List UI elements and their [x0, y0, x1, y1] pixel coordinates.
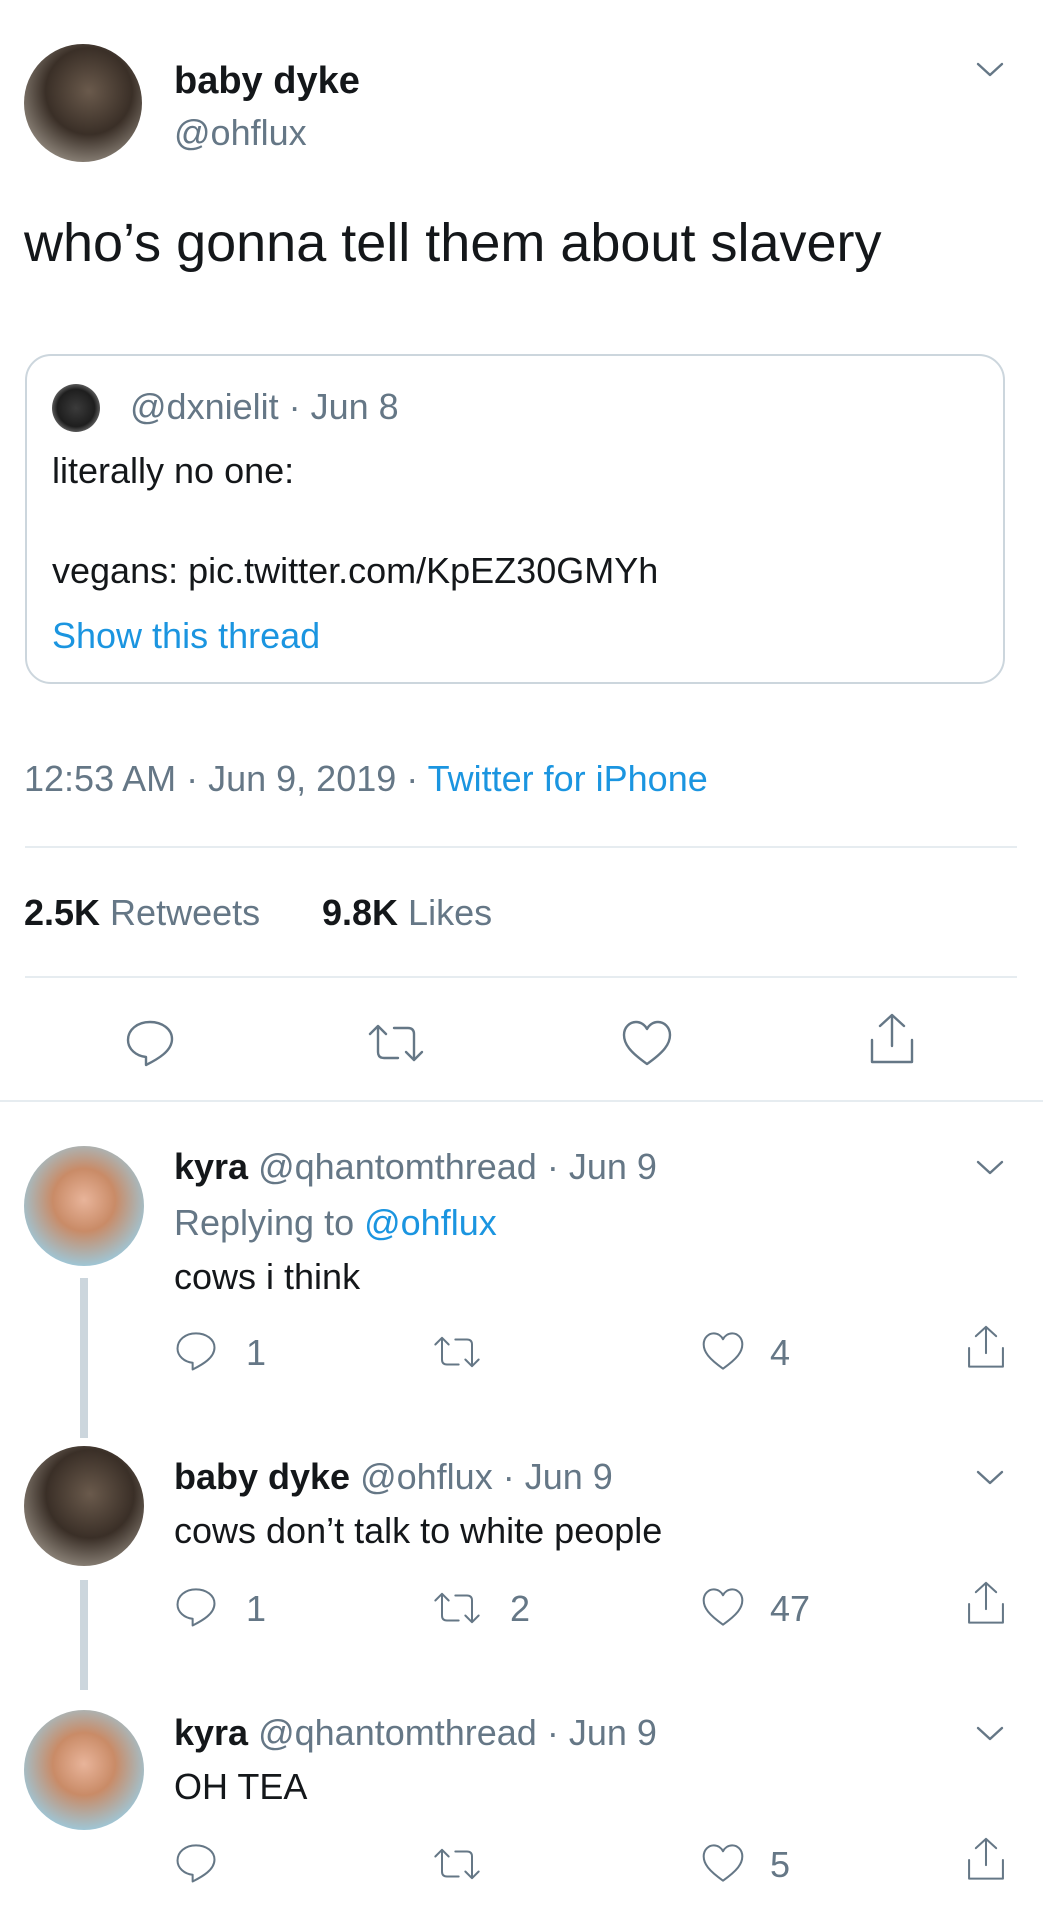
- divider: [25, 846, 1017, 848]
- reply-header: kyra @qhantomthread · Jun 9: [174, 1146, 657, 1187]
- reply-handle[interactable]: @qhantomthread: [248, 1146, 537, 1187]
- tweet-timestamp: 12:53 AM · Jun 9, 2019 · Twitter for iPh…: [24, 758, 708, 799]
- reply-count: 1: [246, 1332, 267, 1373]
- reply-date[interactable]: Jun 9: [569, 1712, 657, 1753]
- share-icon[interactable]: [866, 1012, 918, 1068]
- reply-icon[interactable]: [174, 1586, 218, 1628]
- reply-icon[interactable]: [124, 1018, 176, 1068]
- retweet-icon[interactable]: [432, 1590, 482, 1626]
- reply-display-name[interactable]: baby dyke: [174, 1456, 350, 1497]
- author-avatar[interactable]: [24, 44, 142, 162]
- reply-handle[interactable]: @ohflux: [350, 1456, 493, 1497]
- like-icon[interactable]: [700, 1842, 746, 1884]
- thread-line: [80, 1580, 88, 1690]
- like-count: 5: [770, 1844, 791, 1885]
- replying-to-link[interactable]: @ohflux: [364, 1202, 497, 1243]
- chevron-down-icon[interactable]: [975, 60, 1005, 80]
- reply-avatar[interactable]: [24, 1146, 144, 1266]
- quoted-date: Jun 8: [310, 386, 399, 427]
- like-icon[interactable]: [620, 1018, 674, 1068]
- reply-icon[interactable]: [174, 1842, 218, 1884]
- quoted-line-1: literally no one:: [52, 450, 295, 491]
- quoted-avatar: [52, 384, 100, 432]
- share-icon[interactable]: [964, 1580, 1008, 1628]
- tweet-time: 12:53 AM: [24, 758, 177, 799]
- reply-date[interactable]: Jun 9: [569, 1146, 657, 1187]
- reply-handle[interactable]: @qhantomthread: [248, 1712, 537, 1753]
- show-thread-link[interactable]: Show this thread: [52, 615, 320, 657]
- thread-line: [80, 1278, 88, 1438]
- like-icon[interactable]: [700, 1586, 746, 1628]
- like-icon[interactable]: [700, 1330, 746, 1372]
- reply-icon[interactable]: [174, 1330, 218, 1372]
- retweet-icon[interactable]: [432, 1334, 482, 1370]
- retweets-label: Retweets: [100, 892, 261, 933]
- reply-header: kyra @qhantomthread · Jun 9: [174, 1712, 657, 1753]
- reply-text: OH TEA: [174, 1766, 308, 1807]
- chevron-down-icon[interactable]: [975, 1468, 1005, 1488]
- retweets-stat[interactable]: 2.5K Retweets: [24, 892, 260, 934]
- reply-avatar[interactable]: [24, 1710, 144, 1830]
- retweet-count: 2: [510, 1588, 531, 1629]
- reply-display-name[interactable]: kyra: [174, 1146, 248, 1187]
- tweet-date: Jun 9, 2019: [208, 758, 397, 799]
- retweets-count: 2.5K: [24, 892, 101, 933]
- quoted-meta: @dxnielit · Jun 8: [130, 386, 399, 427]
- reply-date[interactable]: Jun 9: [525, 1456, 613, 1497]
- author-handle[interactable]: @ohflux: [174, 112, 307, 154]
- share-icon[interactable]: [964, 1324, 1008, 1372]
- chevron-down-icon[interactable]: [975, 1158, 1005, 1178]
- reply-text: cows i think: [174, 1256, 361, 1297]
- divider: [25, 976, 1017, 978]
- divider: [0, 1100, 1043, 1102]
- reply-avatar[interactable]: [24, 1446, 144, 1566]
- tweet-text: who’s gonna tell them about slavery: [24, 213, 882, 273]
- reply-display-name[interactable]: kyra: [174, 1712, 248, 1753]
- quoted-line-2: vegans: pic.twitter.com/KpEZ30GMYh: [52, 550, 659, 591]
- likes-stat[interactable]: 9.8K Likes: [322, 892, 492, 934]
- retweet-icon[interactable]: [432, 1846, 482, 1882]
- share-icon[interactable]: [964, 1836, 1008, 1884]
- retweet-icon[interactable]: [366, 1022, 426, 1064]
- likes-label: Likes: [398, 892, 493, 933]
- like-count: 4: [770, 1332, 791, 1373]
- chevron-down-icon[interactable]: [975, 1724, 1005, 1744]
- author-display-name[interactable]: baby dyke: [174, 60, 360, 103]
- likes-count: 9.8K: [322, 892, 399, 933]
- reply-text: cows don’t talk to white people: [174, 1510, 663, 1551]
- tweet-source-link[interactable]: Twitter for iPhone: [428, 758, 708, 799]
- reply-count: 1: [246, 1588, 267, 1629]
- reply-header: baby dyke @ohflux · Jun 9: [174, 1456, 613, 1497]
- like-count: 47: [770, 1588, 811, 1629]
- replying-to: Replying to @ohflux: [174, 1202, 497, 1243]
- quoted-handle: @dxnielit: [130, 386, 279, 427]
